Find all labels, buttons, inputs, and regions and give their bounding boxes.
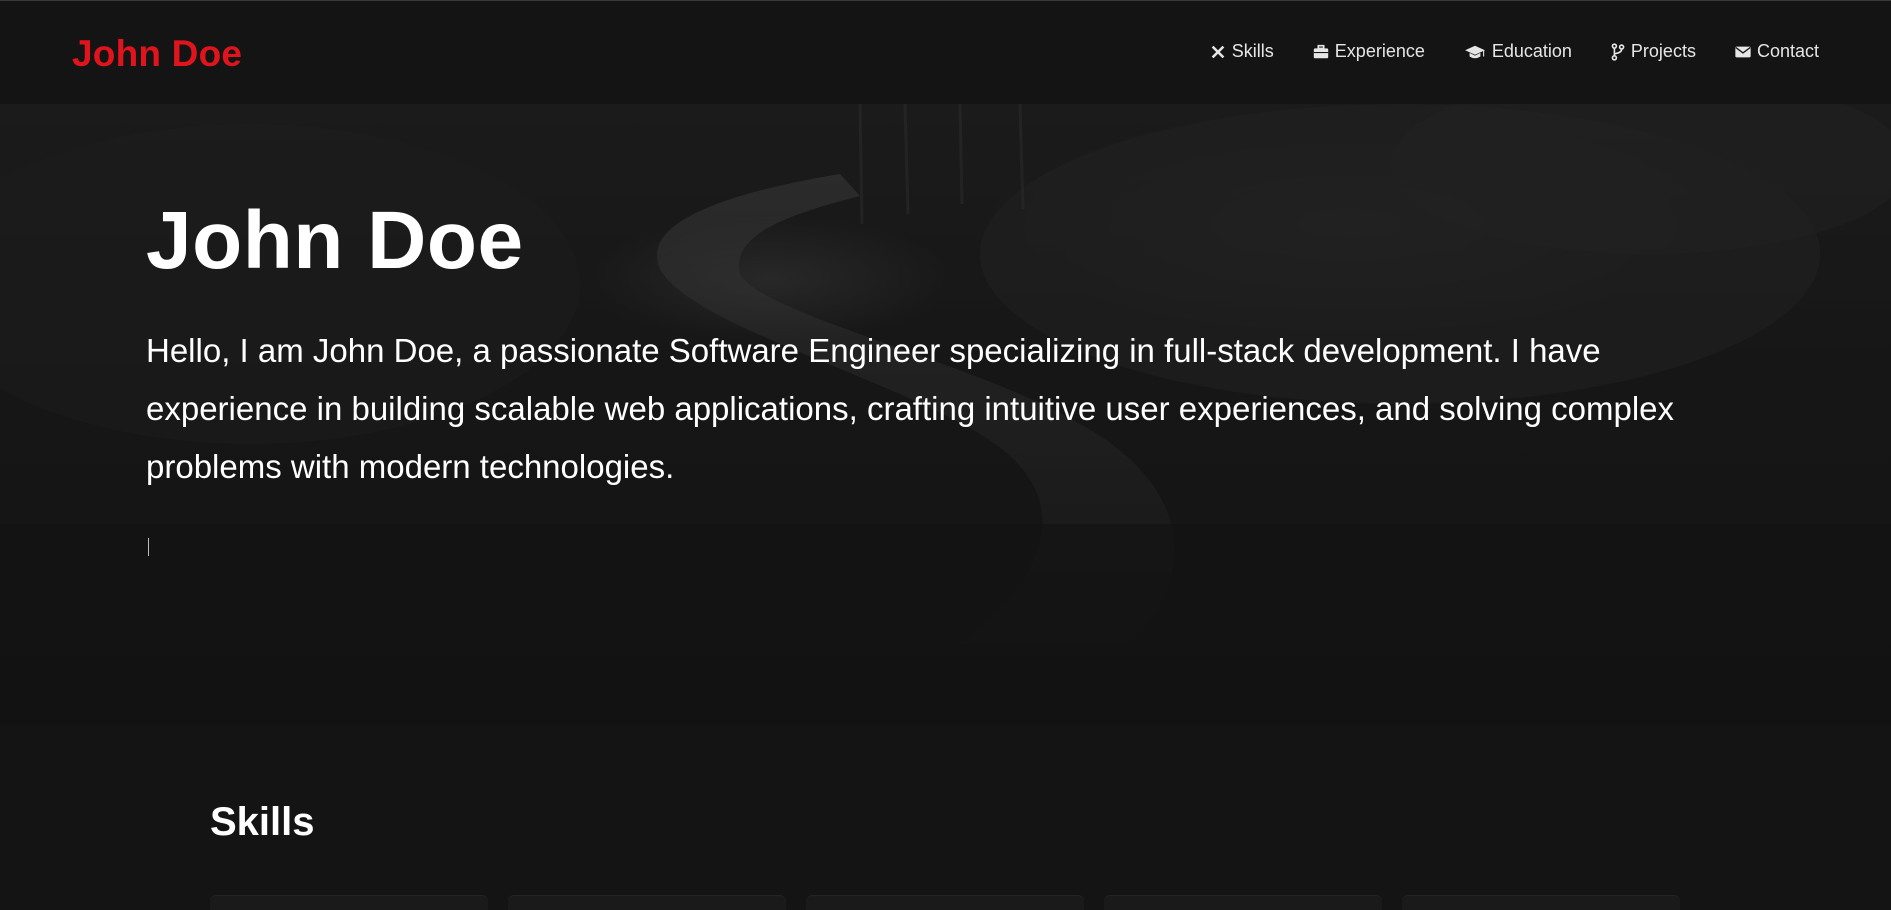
skill-card[interactable] [508, 895, 786, 910]
navbar: John Doe Skills Experience Education Pro… [0, 1, 1891, 104]
nav-links: Skills Experience Education Projects Con… [1171, 41, 1819, 62]
nav-item-projects[interactable]: Projects [1610, 41, 1696, 62]
nav-item-label: Experience [1334, 41, 1425, 61]
briefcase-icon [1313, 44, 1328, 58]
nav-item-label: Skills [1231, 41, 1274, 61]
nav-item-label: Contact [1756, 41, 1819, 61]
code-branch-icon [1611, 42, 1625, 61]
nav-item-label: Projects [1630, 41, 1696, 61]
nav-item-contact[interactable]: Contact [1734, 41, 1819, 62]
brand-logo[interactable]: John Doe [72, 33, 242, 75]
nav-item-education[interactable]: Education [1463, 41, 1572, 62]
skills-heading: Skills [210, 800, 315, 844]
skill-card[interactable] [210, 895, 488, 910]
skills-cards [0, 895, 1891, 910]
typing-cursor [148, 538, 149, 556]
skill-card[interactable] [1104, 895, 1382, 910]
nav-item-experience[interactable]: Experience [1312, 41, 1425, 62]
hero-section: John Doe Hello, I am John Doe, a passion… [0, 104, 1891, 724]
hero-title: John Doe [146, 195, 524, 286]
nav-item-label: Education [1491, 41, 1572, 61]
envelope-icon [1735, 46, 1751, 57]
hero-intro: Hello, I am John Doe, a passionate Softw… [146, 332, 1675, 485]
skill-card[interactable] [806, 895, 1084, 910]
nav-item-skills[interactable]: Skills [1209, 41, 1274, 62]
graduation-cap-icon [1464, 45, 1485, 58]
tools-icon [1211, 45, 1225, 58]
skill-card[interactable] [1402, 895, 1680, 910]
